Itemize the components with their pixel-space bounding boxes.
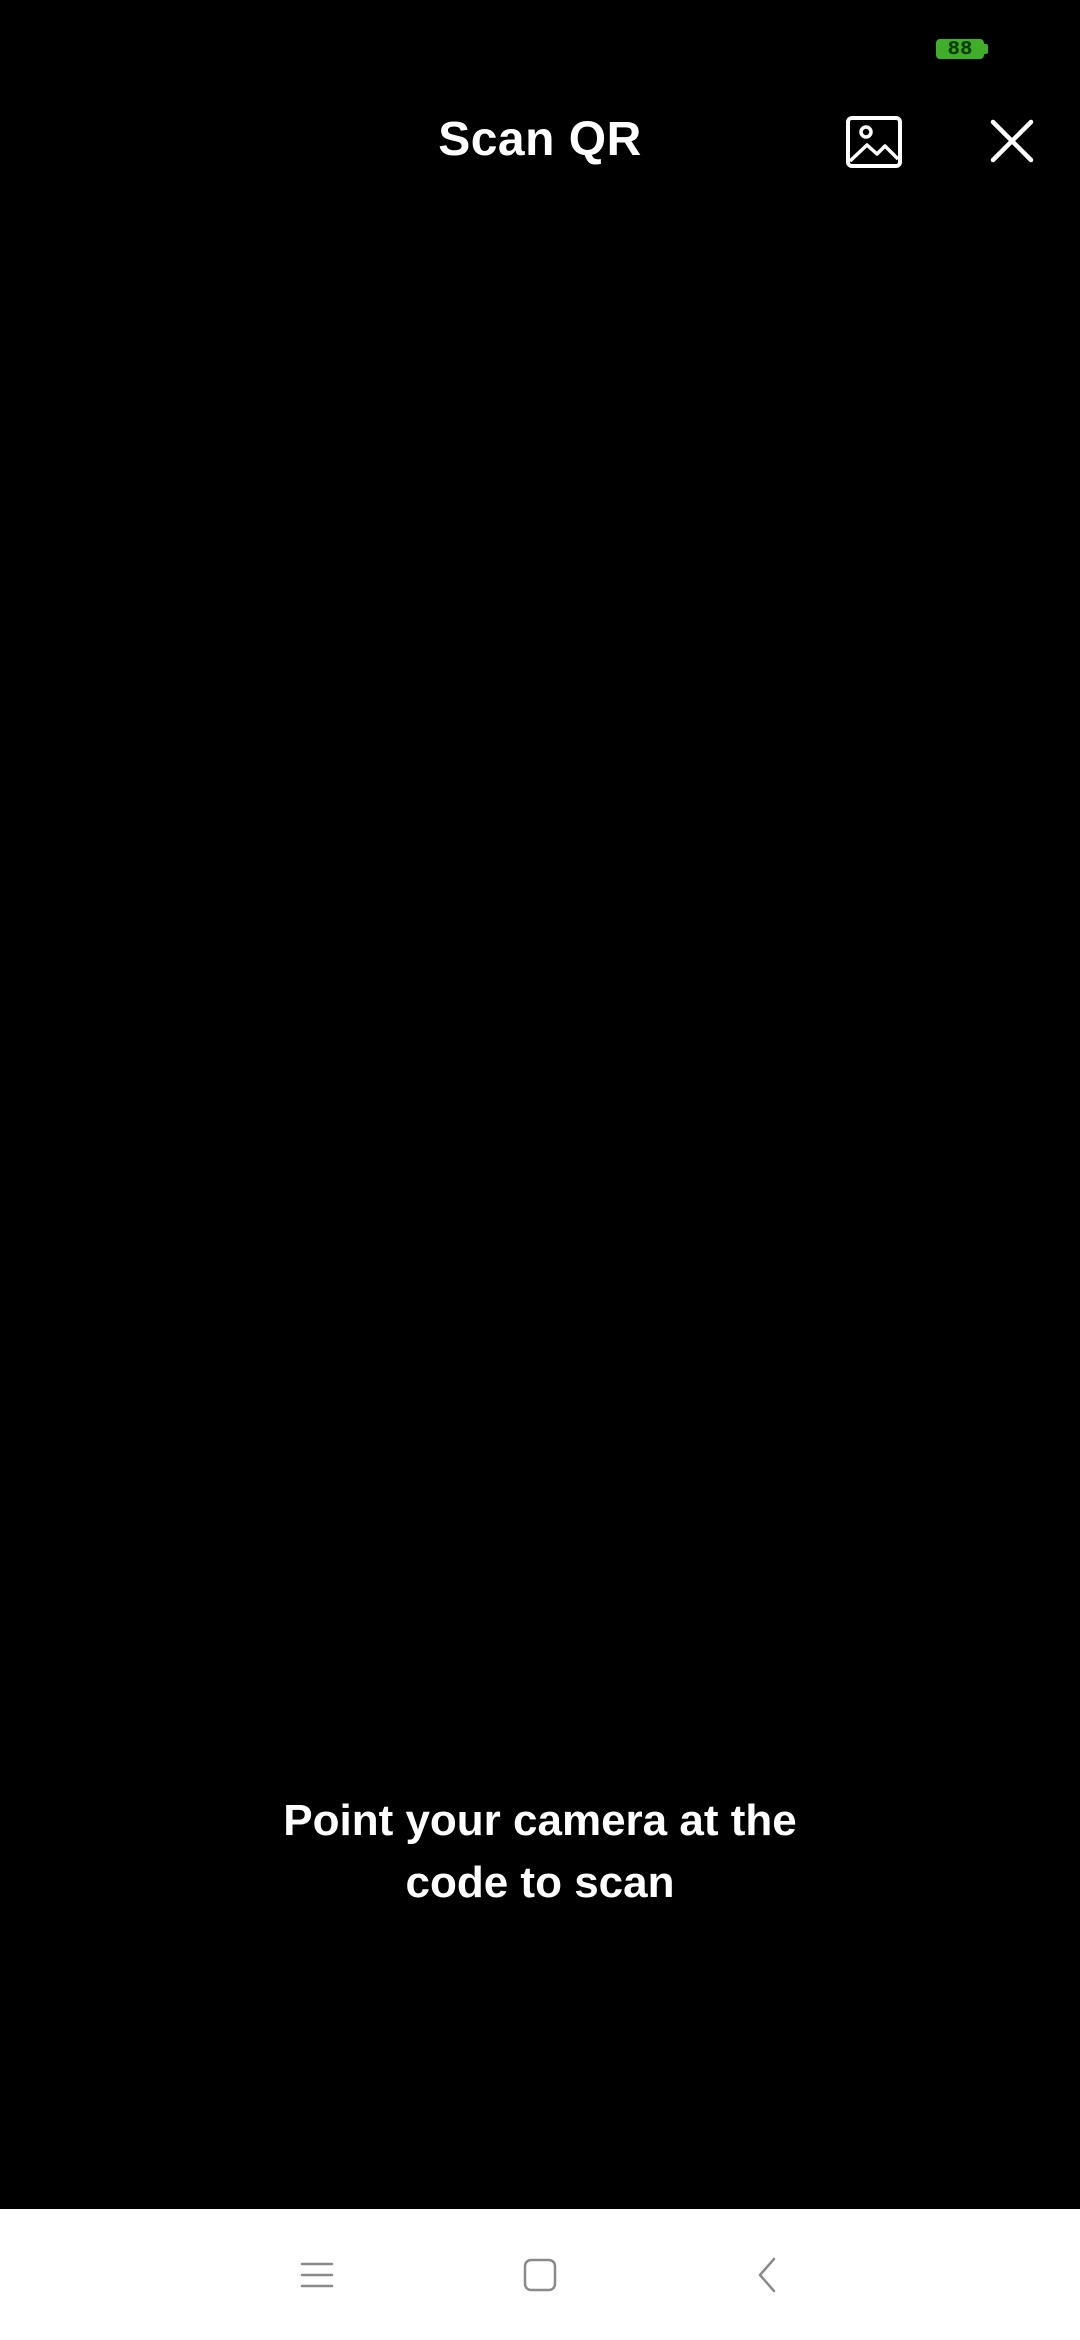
battery-level: 88 xyxy=(936,39,984,59)
scan-hint-line-1: Point your camera at the xyxy=(283,1796,797,1845)
gallery-button[interactable] xyxy=(840,110,908,174)
top-bar: Scan QR xyxy=(0,100,1080,184)
nav-back-button[interactable] xyxy=(737,2245,797,2305)
nav-menu-button[interactable] xyxy=(287,2245,347,2305)
camera-viewfinder: Point your camera at the code to scan xyxy=(0,200,1080,2180)
status-bar: 88 xyxy=(0,0,1080,100)
menu-icon xyxy=(300,2262,334,2288)
nav-home-button[interactable] xyxy=(510,2245,570,2305)
close-button[interactable] xyxy=(982,110,1042,172)
navigation-bar xyxy=(0,2209,1080,2340)
image-icon xyxy=(846,116,902,168)
scan-hint-line-2: code to scan xyxy=(405,1858,675,1907)
page-title: Scan QR xyxy=(438,113,642,166)
battery-cap xyxy=(984,44,988,54)
home-icon xyxy=(523,2258,557,2292)
close-icon xyxy=(990,119,1034,163)
scan-hint: Point your camera at the code to scan xyxy=(140,1790,940,1914)
scan-qr-screen: 88 Scan QR Point your camera at the code… xyxy=(0,0,1080,2340)
back-icon xyxy=(758,2257,776,2293)
battery-indicator: 88 xyxy=(936,38,988,60)
